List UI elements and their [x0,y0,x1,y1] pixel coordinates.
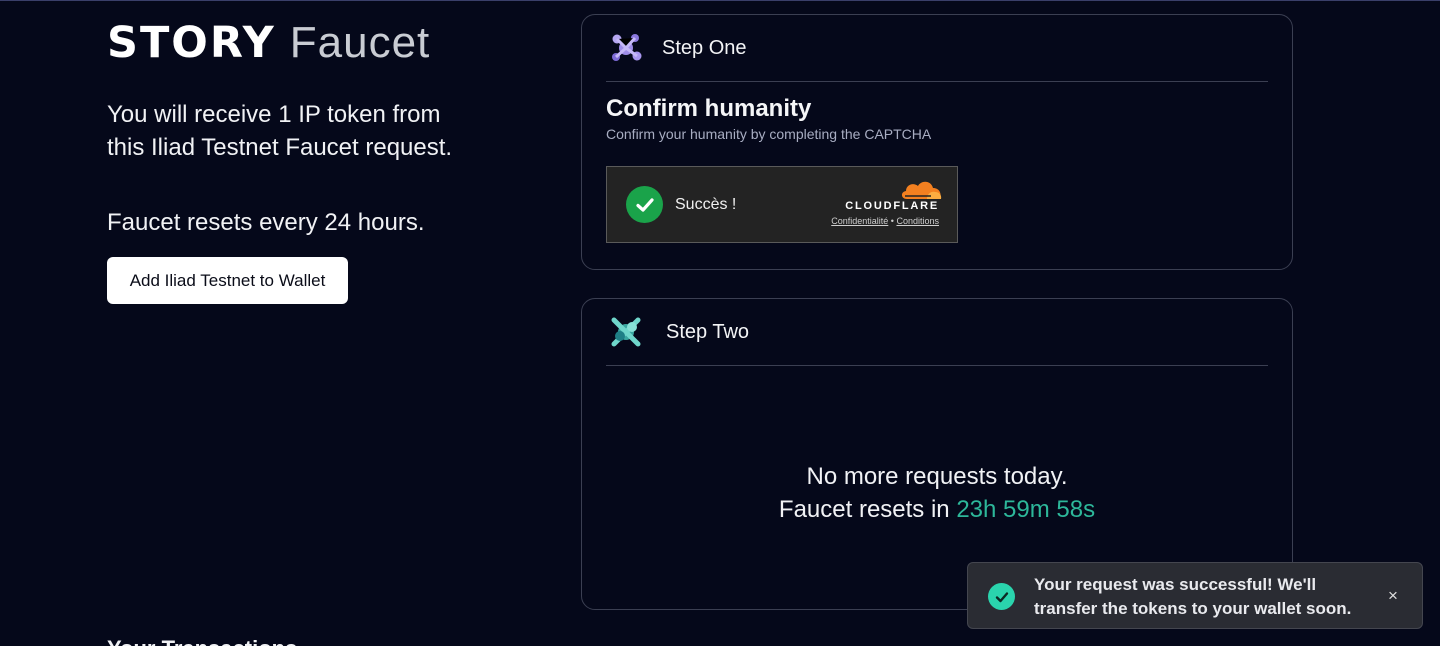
confirm-humanity-heading: Confirm humanity [606,95,812,122]
intro-text: You will receive 1 IP token from this Il… [107,101,453,161]
transactions-heading: Your Transactions [107,636,297,646]
reset-info: Faucet resets every 24 hours. [107,209,425,236]
reset-countdown: 23h 59m 58s [956,496,1096,523]
captcha-status: Succès ! [675,196,737,213]
story-faucet-logo: STORY Faucet [107,18,430,68]
terms-link[interactable]: Conditions [896,216,939,226]
step-one-header: Step One [606,15,1268,82]
no-more-requests: No more requests today. [806,463,1068,490]
link-separator: • [890,216,894,226]
success-check-icon [988,583,1015,610]
add-to-wallet-button[interactable]: Add Iliad Testnet to Wallet [107,257,348,304]
step-one-title: Step One [662,36,747,59]
step-two-header: Step Two [606,299,1268,366]
reset-countdown-line: Faucet resets in 23h 59m 58s [582,493,1292,526]
step-two-title: Step Two [666,320,750,343]
reset-prefix: Faucet resets in [778,496,950,523]
captcha-success-check-icon [626,186,663,223]
logo-faucet: Faucet [289,18,431,67]
step-one-icon [606,28,646,68]
request-limit-message: No more requests today. Faucet resets in… [582,460,1292,526]
cloudflare-brand: CLOUDFLARE [845,200,939,212]
privacy-link[interactable]: Confidentialité [831,216,888,226]
step-one-card: Step One Confirm humanity Confirm your h… [581,14,1293,270]
logo-story: STORY [107,18,276,68]
captcha-widget[interactable]: Succès ! CLOUDFLARE Confidentialité • Co… [606,166,958,243]
close-icon[interactable]: × [1384,585,1402,607]
captcha-links: Confidentialité • Conditions [831,216,939,226]
confirm-humanity-subtitle: Confirm your humanity by completing the … [606,126,932,142]
success-toast: Your request was successful! We'll trans… [967,562,1423,629]
step-two-icon [606,312,646,352]
top-border [0,0,1440,1]
toast-message: Your request was successful! We'll trans… [1034,575,1352,618]
